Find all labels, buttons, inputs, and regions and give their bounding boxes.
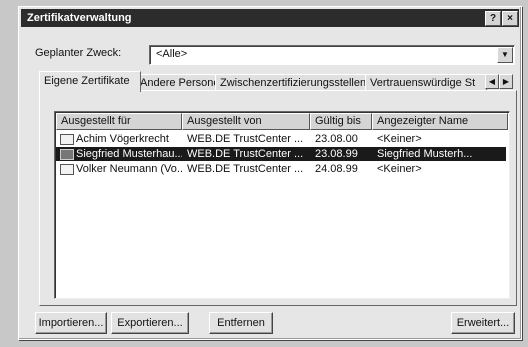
tab-panel: Ausgestellt für Ausgestellt von Gültig b… — [39, 90, 517, 306]
column-header-issued-by[interactable]: Ausgestellt von — [182, 113, 310, 130]
dropdown-arrow-icon[interactable]: ▼ — [497, 47, 513, 63]
column-header-valid-until[interactable]: Gültig bis — [310, 113, 372, 130]
close-button[interactable]: × — [502, 11, 518, 26]
cell-valid-until: 24.08.99 — [315, 163, 358, 175]
tab-strip: Eigene Zertifikate Andere Personen Zwisc… — [39, 71, 517, 92]
tab-trusted-root-cas[interactable]: Vertrauenswürdige St — [365, 74, 487, 91]
table-row[interactable]: Achim Vögerkrecht WEB.DE TrustCenter ...… — [56, 132, 506, 146]
table-row-selected[interactable]: Siegfried Musterhau... WEB.DE TrustCente… — [56, 147, 506, 161]
purpose-value: <Alle> — [156, 48, 188, 60]
cell-issued-to: Volker Neumann (Vo... — [76, 163, 182, 175]
tab-scroll-left-icon[interactable]: ◀ — [485, 74, 499, 89]
tab-intermediate-cas[interactable]: Zwischenzertifizierungsstellen — [215, 74, 371, 91]
cell-issued-by: WEB.DE TrustCenter ... — [187, 133, 304, 145]
tab-scroll-right-icon[interactable]: ▶ — [499, 74, 513, 89]
certificate-manager-window: Zertifikatverwaltung ? × Geplanter Zweck… — [18, 6, 522, 340]
cell-display-name: Siegfried Musterh... — [377, 148, 473, 160]
export-button[interactable]: Exportieren... — [111, 312, 189, 334]
advanced-button[interactable]: Erweitert... — [451, 312, 515, 334]
tab-own-certificates[interactable]: Eigene Zertifikate — [39, 71, 141, 92]
cell-valid-until: 23.08.00 — [315, 133, 358, 145]
purpose-label: Geplanter Zweck: — [35, 47, 122, 59]
certificate-icon — [60, 134, 74, 145]
cell-issued-by: WEB.DE TrustCenter ... — [187, 163, 304, 175]
cell-issued-by: WEB.DE TrustCenter ... — [187, 148, 304, 160]
cell-valid-until: 23.08.99 — [315, 148, 358, 160]
help-button[interactable]: ? — [485, 11, 501, 26]
purpose-dropdown[interactable]: <Alle> ▼ — [149, 45, 515, 65]
title-bar[interactable]: Zertifikatverwaltung ? × — [21, 9, 519, 27]
certificate-icon — [60, 164, 74, 175]
window-title: Zertifikatverwaltung — [27, 12, 132, 24]
cell-issued-to: Achim Vögerkrecht — [76, 133, 169, 145]
import-button[interactable]: Importieren... — [35, 312, 107, 334]
cell-issued-to: Siegfried Musterhau... — [76, 148, 182, 160]
remove-button[interactable]: Entfernen — [209, 312, 273, 334]
table-row[interactable]: Volker Neumann (Vo... WEB.DE TrustCenter… — [56, 162, 506, 176]
tab-other-people[interactable]: Andere Personen — [135, 74, 221, 91]
certificate-icon — [60, 149, 74, 160]
column-header-display-name[interactable]: Angezeigter Name — [372, 113, 508, 130]
cell-display-name: <Keiner> — [377, 163, 422, 175]
cell-display-name: <Keiner> — [377, 133, 422, 145]
column-header-issued-to[interactable]: Ausgestellt für — [56, 113, 182, 130]
certificate-list[interactable]: Ausgestellt für Ausgestellt von Gültig b… — [54, 111, 510, 299]
